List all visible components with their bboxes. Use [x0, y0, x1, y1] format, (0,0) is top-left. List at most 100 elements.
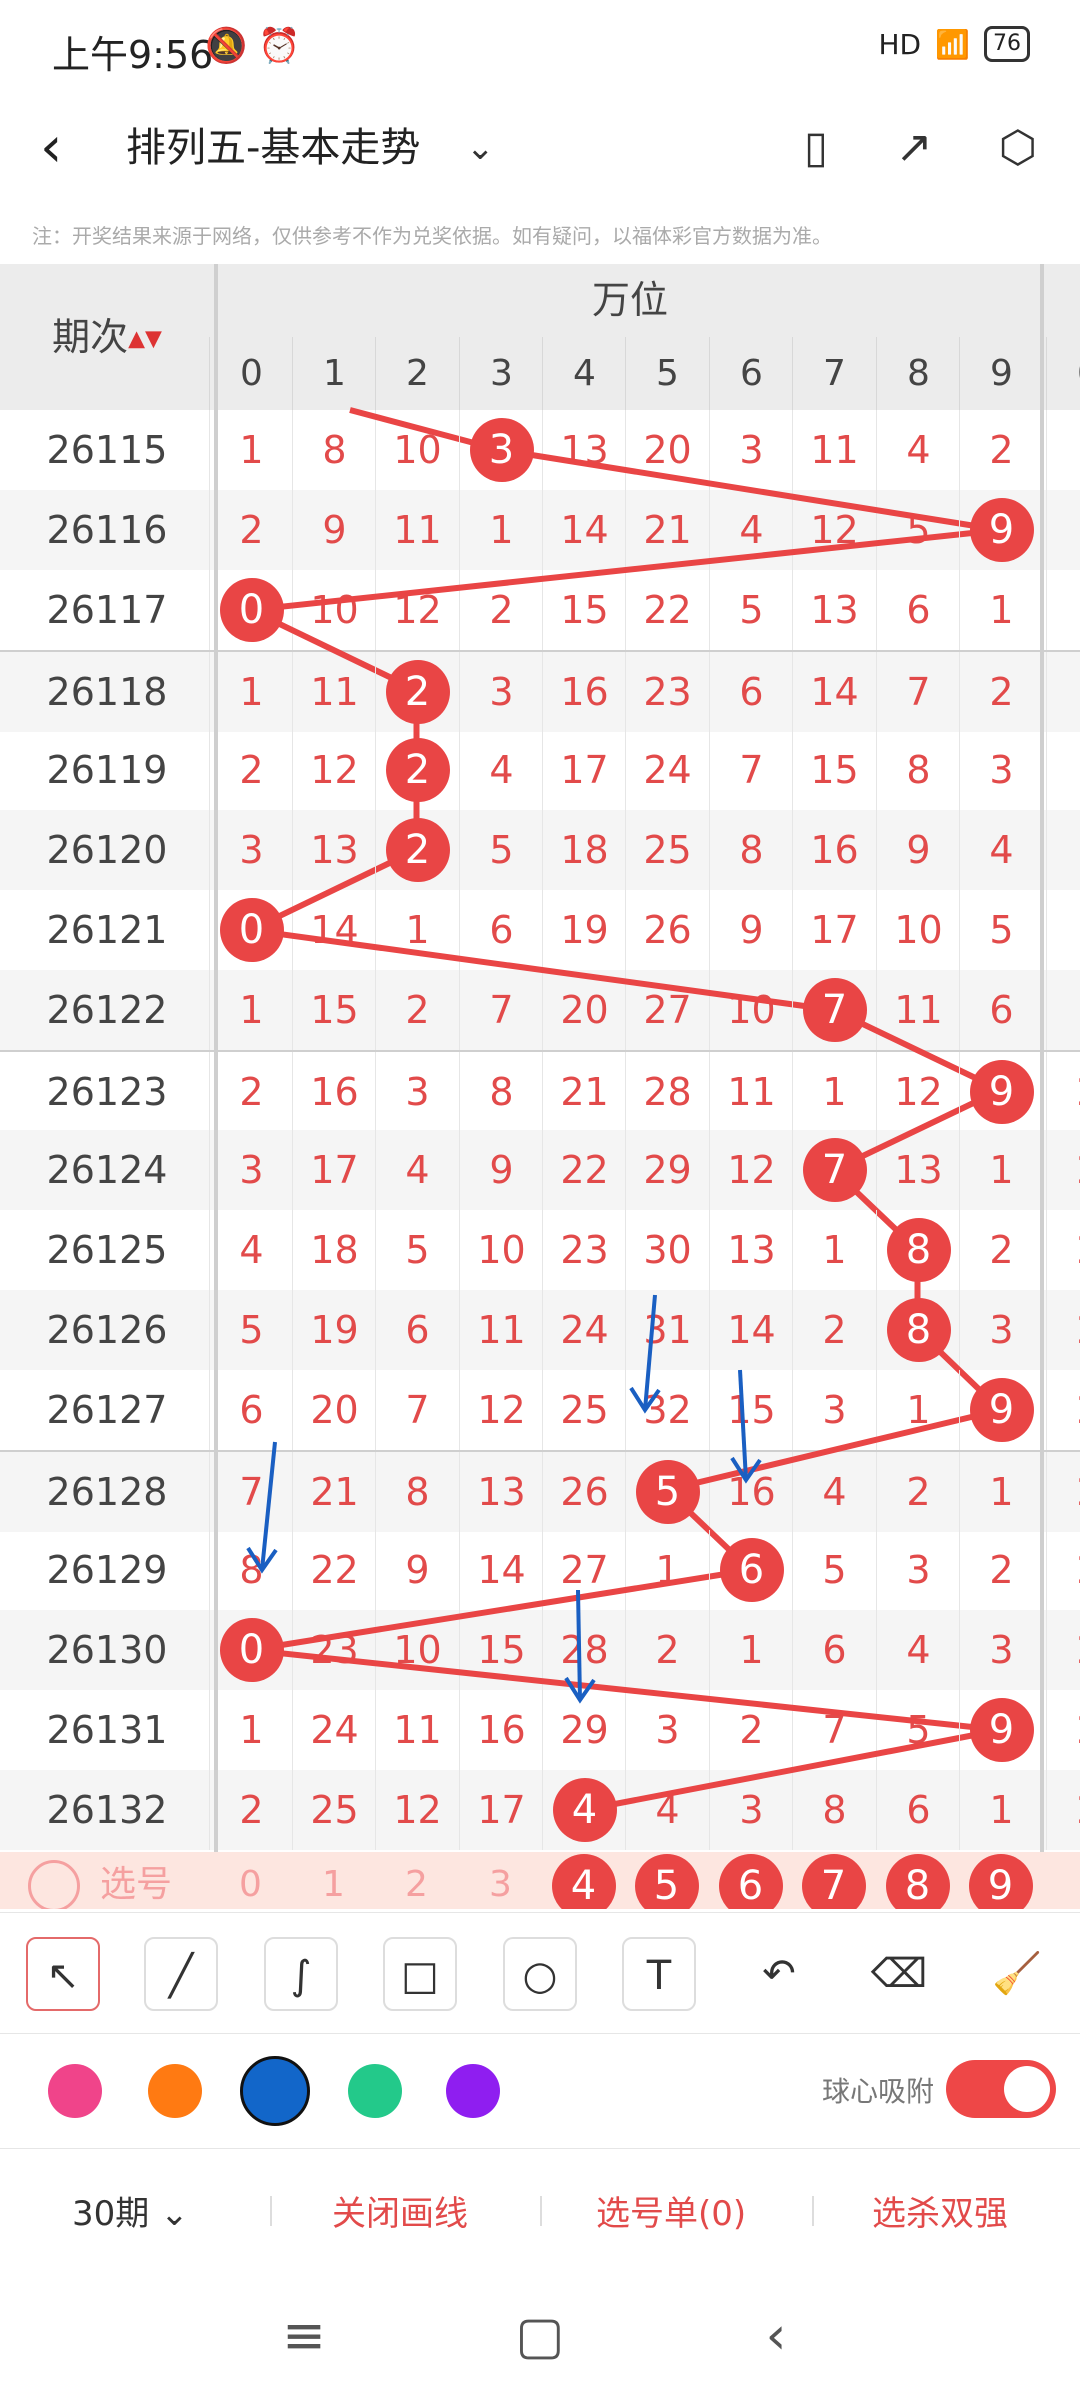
share-icon[interactable]: ↗ — [884, 118, 944, 178]
layout-icon[interactable]: ▯ — [786, 118, 846, 178]
miss-cell: 13 — [542, 410, 626, 490]
miss-cell: 1 — [792, 1052, 876, 1132]
miss-cell: 3 — [209, 810, 293, 890]
select-digit-0[interactable]: 0 — [209, 1852, 292, 1909]
miss-cell: 2 — [959, 410, 1043, 490]
menu-icon[interactable]: ≡ — [264, 2306, 344, 2366]
digit-header-9: 9 — [959, 337, 1043, 410]
period-cell: 26119 — [46, 748, 168, 792]
miss-cell: 12 — [709, 1130, 793, 1210]
chevron-down-icon: ⌄ — [160, 2194, 189, 2234]
miss-cell: 5 — [792, 1530, 876, 1610]
chevron-down-icon[interactable]: ⌄ — [466, 118, 495, 178]
miss-cell: 27 — [625, 970, 709, 1050]
miss-cell: 8 — [375, 1452, 459, 1532]
miss-cell: 15 — [542, 570, 626, 650]
undo-tool-icon[interactable]: ↶ — [742, 1937, 816, 2011]
color-swatch-3[interactable] — [348, 2064, 402, 2118]
snap-toggle[interactable] — [946, 2060, 1056, 2118]
hit-cell: 7 — [792, 1130, 876, 1210]
close-lines-button[interactable]: 关闭画线 — [332, 2186, 468, 2235]
color-bar: 球心吸附 — [0, 2034, 1080, 2149]
select-digit-1[interactable]: 1 — [292, 1852, 375, 1909]
miss-cell: 3 — [792, 1370, 876, 1450]
select-digit-6[interactable]: 6 — [709, 1852, 792, 1909]
eraser-tool-icon[interactable]: ⌫ — [862, 1937, 936, 2011]
settings-icon[interactable]: ⬡ — [988, 118, 1048, 178]
table-row: 2612982291427165322 — [0, 1530, 1080, 1610]
period-header[interactable]: 期次▲▼ — [0, 264, 214, 410]
miss-cell: 5 — [375, 1210, 459, 1290]
selected-ball: 7 — [801, 1854, 866, 1909]
period-cell: 26132 — [46, 1788, 168, 1832]
miss-cell: 8 — [209, 1530, 293, 1610]
curve-tool-icon[interactable]: ∫ — [264, 1937, 338, 2011]
home-icon[interactable]: ▢ — [500, 2306, 580, 2366]
color-swatch-0[interactable] — [48, 2064, 102, 2118]
select-digit-3[interactable]: 3 — [459, 1852, 542, 1909]
pick-list-button[interactable]: 选号单(0) — [596, 2186, 746, 2235]
miss-cell: 1 — [375, 890, 459, 970]
miss-cell: 11 — [375, 1690, 459, 1770]
select-digit-8[interactable]: 8 — [876, 1852, 959, 1909]
text-tool-icon[interactable]: T — [622, 1937, 696, 2011]
color-swatch-2[interactable] — [240, 2056, 310, 2126]
hit-ball: 9 — [969, 1378, 1034, 1442]
table-row: 261232163821281111292 — [0, 1050, 1080, 1132]
miss-cell: 28 — [625, 1052, 709, 1132]
miss-cell: 2 — [209, 1052, 293, 1132]
back-icon[interactable]: ‹ — [40, 118, 90, 178]
next-col-cell: 1 — [1046, 490, 1080, 570]
miss-cell: 28 — [542, 1610, 626, 1690]
miss-cell: 9 — [459, 1130, 543, 1210]
status-right: HD 📶 76 — [879, 26, 1030, 62]
circle-tool-icon[interactable]: ○ — [503, 1937, 577, 2011]
color-swatch-4[interactable] — [446, 2064, 500, 2118]
select-digit-5[interactable]: 5 — [625, 1852, 708, 1909]
table-row: 261254185102330131822 — [0, 1210, 1080, 1290]
arrow-tool-icon[interactable]: ↖ — [26, 1937, 100, 2011]
miss-cell: 8 — [792, 1770, 876, 1850]
table-header: 期次▲▼ 万位 0123456789 0 — [0, 264, 1080, 410]
miss-cell: 16 — [292, 1052, 376, 1132]
back-nav-icon[interactable]: ‹ — [736, 2306, 816, 2366]
miss-cell: 23 — [292, 1610, 376, 1690]
miss-cell: 23 — [542, 1210, 626, 1290]
miss-cell: 7 — [375, 1370, 459, 1450]
miss-cell: 7 — [876, 652, 960, 732]
miss-cell: 4 — [959, 810, 1043, 890]
table-row: 26115181031320311421 — [0, 410, 1080, 490]
hit-ball: 5 — [635, 1460, 700, 1524]
miss-cell: 13 — [459, 1452, 543, 1532]
select-circle-icon[interactable] — [28, 1860, 80, 1909]
pick-double-button[interactable]: 选杀双强 — [872, 2186, 1008, 2235]
miss-cell: 26 — [542, 1452, 626, 1532]
digit-header-5: 5 — [625, 337, 709, 410]
miss-cell: 15 — [459, 1610, 543, 1690]
line-tool-icon[interactable]: ╱ — [144, 1937, 218, 2011]
next-col-cell: 1 — [1046, 970, 1080, 1050]
select-digit-4[interactable]: 4 — [542, 1852, 625, 1909]
periods-select[interactable]: 30期 ⌄ — [72, 2186, 189, 2235]
next-col-cell: 2 — [1046, 1690, 1080, 1770]
hit-ball: 7 — [802, 1138, 867, 1202]
select-digit-7[interactable]: 7 — [792, 1852, 875, 1909]
rect-tool-icon[interactable]: □ — [383, 1937, 457, 2011]
group-header: 万位 — [591, 278, 668, 322]
sort-icon: ▲▼ — [128, 326, 162, 352]
miss-cell: 31 — [625, 1290, 709, 1370]
miss-cell: 14 — [292, 890, 376, 970]
clear-tool-icon[interactable]: 🧹 — [980, 1937, 1054, 2011]
miss-cell: 4 — [625, 1770, 709, 1850]
color-swatch-1[interactable] — [148, 2064, 202, 2118]
miss-cell: 24 — [292, 1690, 376, 1770]
miss-cell: 12 — [876, 1052, 960, 1132]
select-digit-2[interactable]: 2 — [375, 1852, 458, 1909]
select-digit-9[interactable]: 9 — [959, 1852, 1042, 1909]
table-row: 261265196112431142832 — [0, 1290, 1080, 1370]
page-title[interactable]: 排列五-基本走势 — [126, 118, 420, 178]
table-row: 26130023101528216432 — [0, 1610, 1080, 1690]
hit-cell: 5 — [625, 1452, 709, 1532]
miss-cell: 1 — [209, 1690, 293, 1770]
hit-ball: 8 — [886, 1218, 951, 1282]
